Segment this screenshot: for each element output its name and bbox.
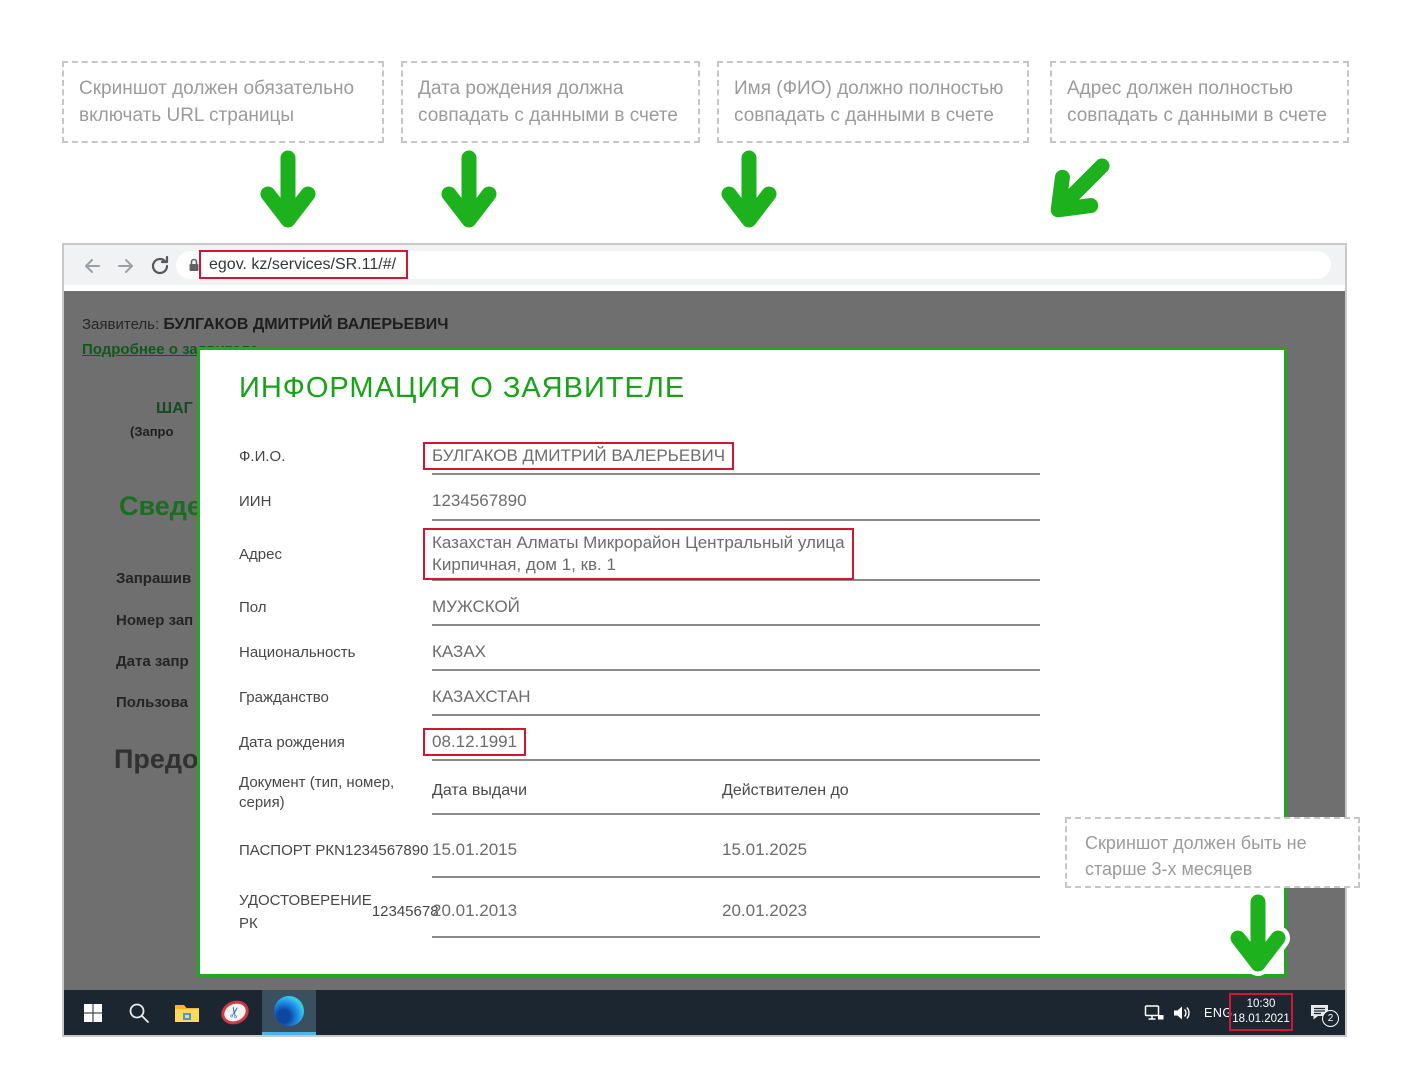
document-type: ПАСПОРТ РК bbox=[239, 839, 334, 862]
document-row-passport: ПАСПОРТ РК N1234567890 15.01.2015 15.01.… bbox=[239, 823, 1040, 878]
forward-icon[interactable] bbox=[114, 254, 138, 278]
tray-date: 18.01.2021 bbox=[1232, 1012, 1290, 1027]
field-value-line2: Кирпичная, дом 1, кв. 1 bbox=[432, 554, 845, 576]
field-value: БУЛГАКОВ ДМИТРИЙ ВАЛЕРЬЕВИЧ bbox=[432, 446, 725, 465]
applicant-label: Заявитель: bbox=[82, 316, 159, 333]
field-label: ИИН bbox=[239, 483, 432, 521]
taskbar-search-button[interactable] bbox=[116, 990, 162, 1035]
notification-center-button[interactable]: 2 bbox=[1308, 990, 1332, 1035]
field-row-birthdate: Дата рождения 08.12.1991 bbox=[239, 724, 1040, 761]
valid-column-header: Действителен до bbox=[722, 782, 1040, 800]
issued-column-header: Дата выдачи bbox=[432, 782, 722, 800]
document-type: УДОСТОВЕРЕНИЕ РК bbox=[239, 889, 372, 936]
highlight-box-address: Казахстан Алматы Микрорайон Центральный … bbox=[423, 528, 854, 580]
document-type-cell: ПАСПОРТ РК N1234567890 bbox=[239, 823, 432, 878]
speaker-icon bbox=[1172, 1004, 1192, 1022]
callout-name-match: Имя (ФИО) должно полностью совпадать с д… bbox=[717, 61, 1029, 143]
down-arrow-outlined-icon bbox=[1226, 894, 1290, 978]
document-valid-date: 20.01.2023 bbox=[722, 901, 1040, 921]
document-issued-date: 20.01.2013 bbox=[432, 901, 722, 921]
bg-fragment-field4: Пользова bbox=[116, 694, 188, 711]
reload-icon[interactable] bbox=[148, 254, 172, 278]
volume-tray-icon[interactable] bbox=[1172, 990, 1192, 1035]
document-number: 12345678 bbox=[372, 900, 439, 923]
field-row-gender: Пол МУЖСКОЙ bbox=[239, 589, 1040, 626]
document-type-cell: УДОСТОВЕРЕНИЕ РК 12345678 bbox=[239, 886, 432, 938]
search-icon bbox=[127, 1001, 151, 1025]
back-icon[interactable] bbox=[80, 254, 104, 278]
browser-window: egov. kz/services/SR.11/#/ Заявитель: БУ… bbox=[62, 243, 1347, 1037]
field-value: 08.12.1991 bbox=[432, 732, 517, 751]
windows-taskbar: ✂ ENG 10:30 18.01.2021 bbox=[64, 990, 1345, 1035]
field-value: КАЗАХ bbox=[432, 642, 486, 662]
down-left-arrow-icon bbox=[1026, 138, 1131, 243]
document-valid-date: 15.01.2025 bbox=[722, 840, 1040, 860]
callout-address-match: Адрес должен полностью совпадать с данны… bbox=[1050, 61, 1349, 143]
field-value: КАЗАХСТАН bbox=[432, 687, 531, 707]
highlight-box-birthdate: 08.12.1991 bbox=[423, 728, 526, 756]
address-bar[interactable]: egov. kz/services/SR.11/#/ bbox=[176, 251, 1331, 279]
field-row-nationality: Национальность КАЗАХ bbox=[239, 634, 1040, 671]
field-row-fio: Ф.И.О. БУЛГАКОВ ДМИТРИЙ ВАЛЕРЬЕВИЧ bbox=[239, 438, 1040, 475]
bg-fragment-field1: Запрашив bbox=[116, 570, 191, 587]
edge-browser-button[interactable] bbox=[262, 990, 316, 1035]
bg-fragment-field2: Номер зап bbox=[116, 612, 193, 629]
annotated-screenshot-page: { "annotations": { "top_callouts": [ "Ск… bbox=[0, 0, 1404, 1080]
callout-url-required: Скриншот должен обязательно включать URL… bbox=[62, 61, 384, 143]
document-number: N1234567890 bbox=[334, 839, 428, 862]
callout-birthdate-match: Дата рождения должна совпадать с данными… bbox=[401, 61, 700, 143]
notification-count-badge: 2 bbox=[1322, 1010, 1339, 1027]
snipping-tool-icon: ✂ bbox=[218, 997, 253, 1029]
applicant-name: БУЛГАКОВ ДМИТРИЙ ВАЛЕРЬЕВИЧ bbox=[163, 316, 448, 333]
documents-header-row: Документ (тип, номер, серия) Дата выдачи… bbox=[239, 769, 1040, 815]
highlight-box-fio: БУЛГАКОВ ДМИТРИЙ ВАЛЕРЬЕВИЧ bbox=[423, 442, 734, 470]
down-arrow-icon bbox=[437, 150, 501, 234]
document-row-id-card: УДОСТОВЕРЕНИЕ РК 12345678 20.01.2013 20.… bbox=[239, 886, 1040, 938]
browser-toolbar: egov. kz/services/SR.11/#/ bbox=[64, 245, 1345, 288]
field-label: Пол bbox=[239, 589, 432, 626]
field-value: МУЖСКОЙ bbox=[432, 597, 520, 617]
clock-highlight-box[interactable]: 10:30 18.01.2021 bbox=[1229, 993, 1293, 1031]
file-explorer-button[interactable] bbox=[164, 990, 210, 1035]
down-arrow-icon bbox=[256, 150, 320, 234]
bg-fragment-heading: Сведе bbox=[119, 491, 202, 522]
field-row-citizenship: Гражданство КАЗАХСТАН bbox=[239, 679, 1040, 716]
field-value: 1234567890 bbox=[432, 491, 527, 511]
bg-fragment-field3: Дата запр bbox=[116, 653, 189, 670]
field-label: Гражданство bbox=[239, 679, 432, 716]
field-label: Национальность bbox=[239, 634, 432, 671]
edge-icon bbox=[274, 996, 304, 1026]
documents-label: Документ (тип, номер, серия) bbox=[239, 769, 432, 815]
windows-logo-icon bbox=[82, 1002, 104, 1024]
start-button[interactable] bbox=[70, 990, 116, 1035]
callout-screenshot-age: Скриншот должен быть не старше 3-х месяц… bbox=[1065, 817, 1360, 888]
modal-title: ИНФОРМАЦИЯ О ЗАЯВИТЕЛЕ bbox=[239, 372, 685, 405]
bg-fragment-step: ШАГ bbox=[156, 400, 193, 418]
network-icon bbox=[1144, 1004, 1164, 1022]
applicant-line: Заявитель: БУЛГАКОВ ДМИТРИЙ ВАЛЕРЬЕВИЧ bbox=[82, 316, 449, 334]
tray-time: 10:30 bbox=[1247, 997, 1276, 1012]
file-explorer-icon bbox=[173, 1001, 201, 1025]
field-row-address: Адрес Казахстан Алматы Микрорайон Центра… bbox=[239, 529, 1040, 581]
bg-fragment-request: (Запро bbox=[130, 424, 173, 439]
document-issued-date: 15.01.2015 bbox=[432, 840, 722, 860]
field-value-line1: Казахстан Алматы Микрорайон Центральный … bbox=[432, 532, 845, 554]
field-label: Ф.И.О. bbox=[239, 438, 432, 475]
field-label: Адрес bbox=[239, 529, 432, 581]
url-highlight-box[interactable]: egov. kz/services/SR.11/#/ bbox=[199, 250, 408, 279]
field-label: Дата рождения bbox=[239, 724, 432, 761]
network-tray-icon[interactable] bbox=[1144, 990, 1164, 1035]
snipping-tool-button[interactable]: ✂ bbox=[212, 990, 258, 1035]
scissors-glyph: ✂ bbox=[227, 1005, 244, 1020]
down-arrow-icon bbox=[717, 150, 781, 234]
field-row-iin: ИИН 1234567890 bbox=[239, 483, 1040, 521]
